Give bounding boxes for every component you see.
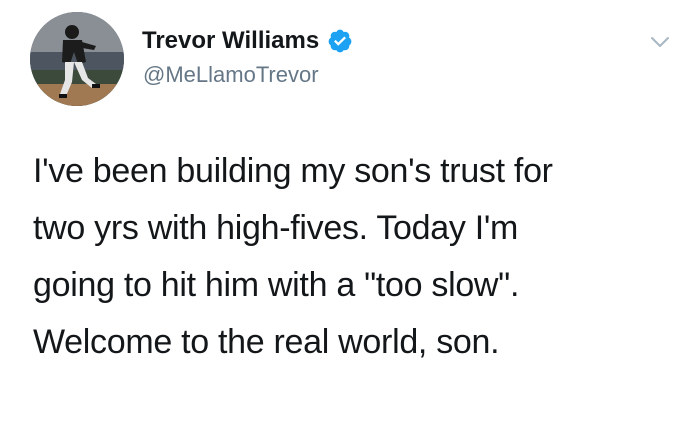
tweet-text-line: going to hit him with a "too slow". [33, 266, 520, 304]
tweet-text-line: I've been building my son's trust for [33, 152, 553, 190]
tweet-text-line: Welcome to the real world, son. [33, 323, 500, 361]
avatar[interactable] [30, 12, 124, 106]
author-name-row: Trevor Williams [142, 25, 353, 57]
tweet-text: I've been building my son's trust for tw… [33, 143, 673, 371]
chevron-down-icon[interactable] [646, 28, 674, 56]
tweet-card: Trevor Williams @MeLlamoTrevor I've been… [0, 0, 700, 425]
author-handle[interactable]: @MeLlamoTrevor [143, 62, 319, 88]
baseball-player-avatar-icon [30, 12, 124, 106]
tweet-text-line: two yrs with high-fives. Today I'm [33, 209, 519, 247]
author-display-name[interactable]: Trevor Williams [142, 27, 319, 55]
verified-badge-icon [327, 28, 353, 54]
